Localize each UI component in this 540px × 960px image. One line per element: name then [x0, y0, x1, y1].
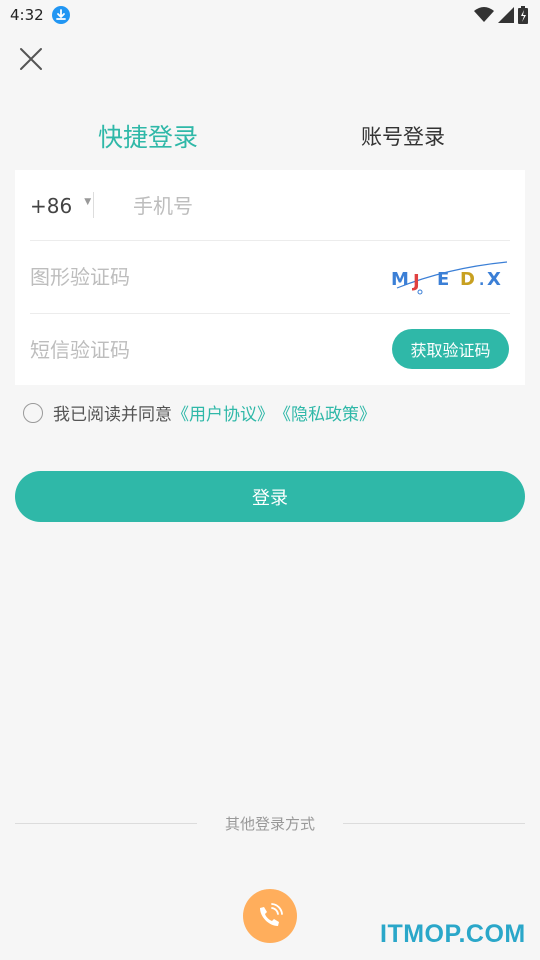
wifi-icon [474, 7, 494, 22]
svg-text:X: X [487, 269, 501, 290]
status-icons [474, 6, 528, 24]
country-code: +86 [30, 194, 73, 218]
svg-text:D: D [460, 269, 475, 290]
divider [343, 823, 525, 824]
signal-icon [498, 7, 514, 23]
privacy-policy-link[interactable]: 《隐私政策》 [274, 400, 376, 425]
login-button[interactable]: 登录 [15, 471, 525, 522]
svg-text:J: J [411, 271, 420, 292]
agreement-text: 我已阅读并同意 [53, 405, 172, 425]
phone-login-button[interactable] [243, 889, 297, 943]
sms-code-input[interactable] [30, 334, 330, 366]
svg-text:M: M [391, 269, 409, 290]
close-icon [20, 48, 42, 70]
divider [30, 313, 510, 314]
tab-account-login[interactable]: 账号登录 [344, 112, 462, 160]
captcha-image[interactable]: M J E D . X [387, 258, 511, 296]
status-bar: 4:32 [0, 0, 540, 30]
other-login-label: 其他登录方式 [224, 815, 315, 833]
divider [30, 240, 510, 241]
close-button[interactable] [16, 44, 46, 74]
get-sms-code-button[interactable]: 获取验证码 [392, 329, 509, 369]
tab-quick-login[interactable]: 快捷登录 [80, 112, 216, 160]
captcha-input[interactable] [30, 261, 330, 293]
download-icon [51, 6, 70, 24]
login-form: +86 ▼ M J E D . X 获取验证码 [15, 170, 525, 385]
user-agreement-link[interactable]: 《用户协议》 [172, 400, 274, 425]
battery-icon [518, 6, 528, 24]
agreement-checkbox[interactable] [23, 402, 43, 423]
country-code-selector[interactable]: +86 ▼ [30, 194, 91, 218]
divider [15, 823, 197, 824]
phone-input[interactable] [133, 190, 493, 222]
svg-text:.: . [479, 273, 484, 289]
svg-text:E: E [437, 269, 449, 290]
divider [93, 192, 94, 218]
status-time: 4:32 [10, 6, 44, 24]
caret-down-icon: ▼ [84, 197, 92, 207]
phone-icon [260, 903, 283, 926]
agreement-row: 我已阅读并同意 《用户协议》 《隐私政策》 [23, 400, 376, 425]
watermark: ITMOP.COM [380, 920, 526, 948]
